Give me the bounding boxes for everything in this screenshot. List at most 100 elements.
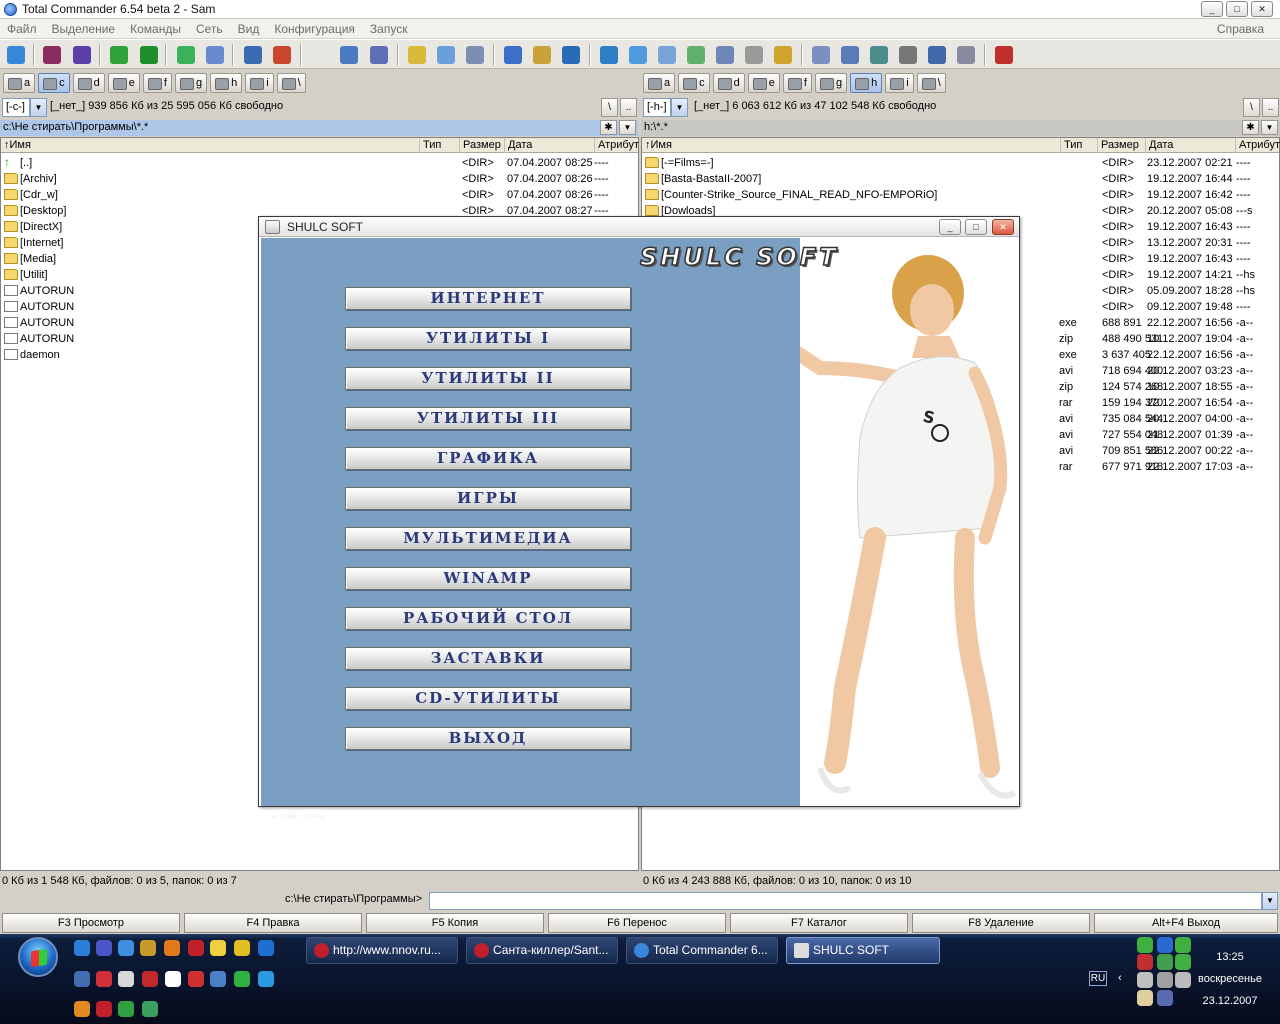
col-attr[interactable]: Атрибут [1235, 138, 1280, 153]
monitor-icon[interactable] [870, 46, 888, 64]
task-total-commander[interactable]: Total Commander 6... [626, 937, 778, 964]
explorer-icon[interactable] [118, 940, 134, 956]
app9-icon[interactable] [234, 971, 250, 987]
col-size[interactable]: Размер [1097, 138, 1139, 153]
chevron-left-icon[interactable]: ‹ [1118, 972, 1128, 988]
sort-icon[interactable] [244, 46, 262, 64]
clock-time[interactable]: 13:25 [1185, 951, 1275, 963]
left-hotlist-button[interactable]: ✱ [600, 120, 617, 135]
network-icon[interactable] [600, 46, 618, 64]
menu-view[interactable]: Вид [238, 22, 260, 36]
notes-icon[interactable] [716, 46, 734, 64]
f3-view-button[interactable]: F3 Просмотр [2, 913, 180, 933]
f6-move-button[interactable]: F6 Перенос [548, 913, 726, 933]
col-type[interactable]: Тип [1060, 138, 1082, 153]
right-drive-net[interactable]: \ [916, 73, 946, 93]
printer-icon[interactable] [745, 46, 763, 64]
copy-names-icon[interactable] [206, 46, 224, 64]
disk-icon[interactable] [899, 46, 917, 64]
app5-icon[interactable] [142, 971, 158, 987]
tray-icon-7[interactable] [1157, 972, 1173, 988]
f8-delete-button[interactable]: F8 Удаление [912, 913, 1090, 933]
unpack-icon[interactable] [73, 46, 91, 64]
right-up-button[interactable]: .. [1262, 98, 1279, 117]
menu-start[interactable]: Запуск [370, 22, 408, 36]
menu-exit-button[interactable]: ВЫХОД [345, 727, 631, 750]
right-path[interactable]: h:\*.* [644, 121, 668, 133]
tray-icon-8[interactable] [1137, 990, 1153, 1006]
start-button[interactable] [18, 937, 58, 977]
right-history-button[interactable]: ▼ [1261, 120, 1278, 135]
col-attr[interactable]: Атрибут [594, 138, 639, 153]
menu-cd-utils-button[interactable]: CD-УТИЛИТЫ [345, 687, 631, 710]
menu-utils1-button[interactable]: УТИЛИТЫ I [345, 327, 631, 350]
palette-icon[interactable] [437, 46, 455, 64]
skype-icon[interactable] [258, 971, 274, 987]
exit-icon[interactable] [995, 46, 1013, 64]
f7-mkdir-button[interactable]: F7 Каталог [730, 913, 908, 933]
left-history-button[interactable]: ▼ [619, 120, 636, 135]
menu-utils2-button[interactable]: УТИЛИТЫ II [345, 367, 631, 390]
left-drive-c[interactable]: c [38, 73, 70, 93]
home-link[interactable]: home [303, 811, 326, 821]
menu-config[interactable]: Конфигурация [274, 22, 355, 36]
left-drive-a[interactable]: a [3, 73, 36, 93]
menu-screensavers-button[interactable]: ЗАСТАВКИ [345, 647, 631, 670]
col-name[interactable]: ↑Имя [1, 138, 31, 153]
file-row[interactable]: [Cdr_w] <DIR> 07.04.2007 08:26 ---- [1, 187, 638, 203]
col-date[interactable]: Дата [504, 138, 532, 153]
menu-commands[interactable]: Команды [130, 22, 181, 36]
right-drive-a[interactable]: a [643, 73, 676, 93]
app2-icon[interactable] [74, 971, 90, 987]
app3-icon[interactable] [96, 971, 112, 987]
task-browser2[interactable]: Санта-киллер/Sant... [466, 937, 618, 964]
menu-games-button[interactable]: ИГРЫ [345, 487, 631, 510]
menu-multimedia-button[interactable]: МУЛЬТИМЕДИА [345, 527, 631, 550]
col-type[interactable]: Тип [419, 138, 441, 153]
archive-icon[interactable] [43, 46, 61, 64]
refresh-icon[interactable] [7, 46, 25, 64]
save-icon[interactable] [96, 940, 112, 956]
tools-icon[interactable] [140, 940, 156, 956]
menu-winamp-button[interactable]: WINAMP [345, 567, 631, 590]
tray-icon-9[interactable] [1157, 990, 1173, 1006]
tree-icon[interactable] [340, 46, 358, 64]
arrow-icon[interactable] [118, 1001, 134, 1017]
file-row[interactable]: [Basta-BastaII-2007] <DIR> 19.12.2007 16:4… [642, 171, 1279, 187]
menu-graphics-button[interactable]: ГРАФИКА [345, 447, 631, 470]
menu-utils3-button[interactable]: УТИЛИТЫ III [345, 407, 631, 430]
cube-icon[interactable] [841, 46, 859, 64]
minimize-button[interactable]: _ [1201, 1, 1223, 17]
app6-icon[interactable] [165, 971, 181, 987]
search-icon[interactable] [533, 46, 551, 64]
globe-icon[interactable] [629, 46, 647, 64]
ie-icon[interactable] [74, 940, 90, 956]
right-drive-f[interactable]: f [782, 73, 812, 93]
maximize-button[interactable]: □ [1226, 1, 1248, 17]
opera2-icon[interactable] [96, 1001, 112, 1017]
left-drive-e[interactable]: e [107, 73, 140, 93]
app-icon[interactable] [4, 3, 17, 16]
close-button[interactable]: ✕ [1251, 1, 1273, 17]
opera-icon[interactable] [188, 940, 204, 956]
altf4-exit-button[interactable]: Alt+F4 Выход [1094, 913, 1278, 933]
people-icon[interactable] [812, 46, 830, 64]
plug-icon[interactable] [142, 1001, 158, 1017]
star-icon[interactable] [504, 46, 522, 64]
sync-icon[interactable] [177, 46, 195, 64]
warning-icon[interactable] [234, 940, 250, 956]
menu-desktop-button[interactable]: РАБОЧИЙ СТОЛ [345, 607, 631, 630]
mail-icon[interactable] [164, 940, 180, 956]
grid-icon[interactable] [370, 46, 388, 64]
bluetooth-icon[interactable] [258, 940, 274, 956]
left-drive-combo[interactable]: [-c-] [2, 98, 30, 117]
right-root-button[interactable]: \ [1243, 98, 1260, 117]
left-drive-d[interactable]: d [72, 73, 105, 93]
f4-edit-button[interactable]: F4 Правка [184, 913, 362, 933]
checklist-icon[interactable] [273, 46, 291, 64]
left-root-button[interactable]: \ [601, 98, 618, 117]
shield-icon[interactable] [140, 46, 158, 64]
tray-bluetooth-icon[interactable] [1157, 937, 1173, 953]
menu-net[interactable]: Сеть [196, 22, 223, 36]
shulc-maximize-button[interactable]: □ [965, 219, 987, 235]
